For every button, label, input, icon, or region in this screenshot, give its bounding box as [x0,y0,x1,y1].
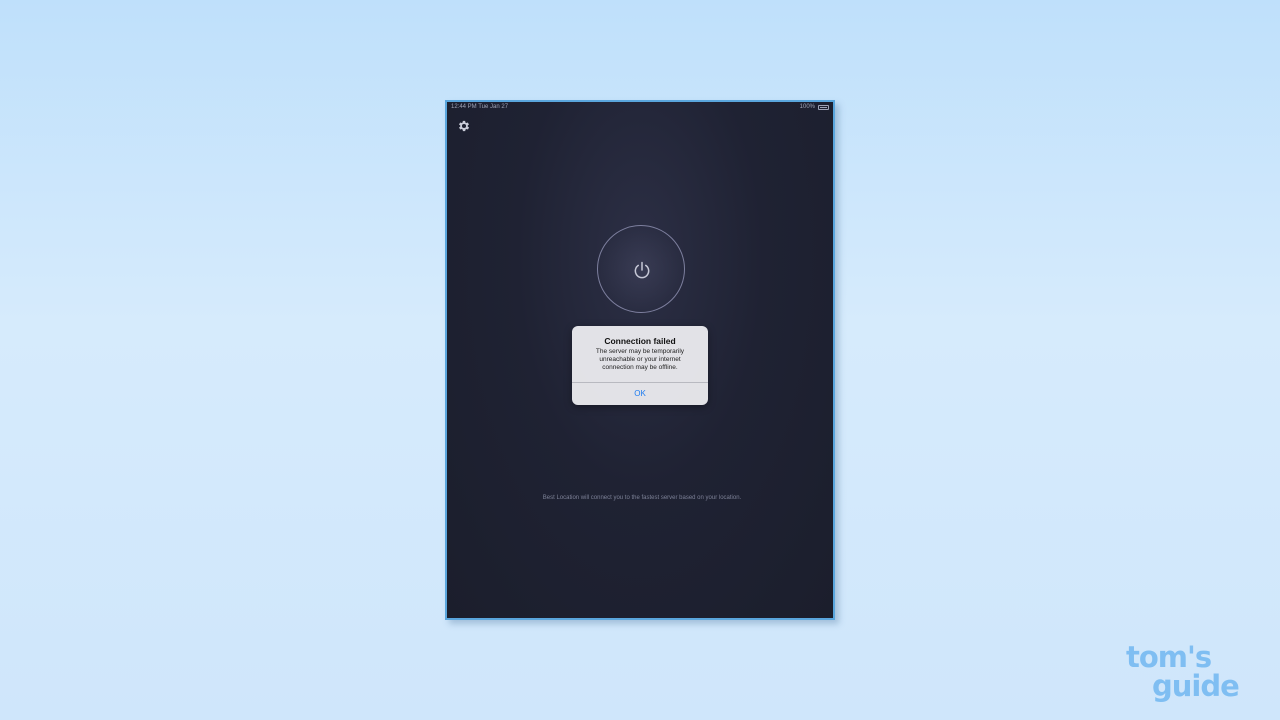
settings-button[interactable] [457,119,471,133]
connection-failed-alert: Connection failed The server may be temp… [572,326,708,405]
alert-ok-button[interactable]: OK [572,383,708,405]
alert-title: Connection failed [604,336,676,346]
logo-line-2: guide [1152,669,1240,703]
battery-percentage: 100% [799,104,815,110]
toms-guide-logo: tom's guide [1126,643,1256,701]
best-location-note: Best Location will connect you to the fa… [542,495,742,501]
logo-line-1: tom's [1126,640,1212,674]
status-time: 12:44 PM Tue Jan 27 [451,104,509,110]
battery-icon [818,105,829,110]
connect-power-button[interactable] [597,225,685,313]
power-icon [634,261,650,279]
status-bar: 12:44 PM Tue Jan 27 100% [447,102,833,114]
alert-message: The server may be temporarily unreachabl… [595,348,685,371]
gear-icon [458,120,470,132]
